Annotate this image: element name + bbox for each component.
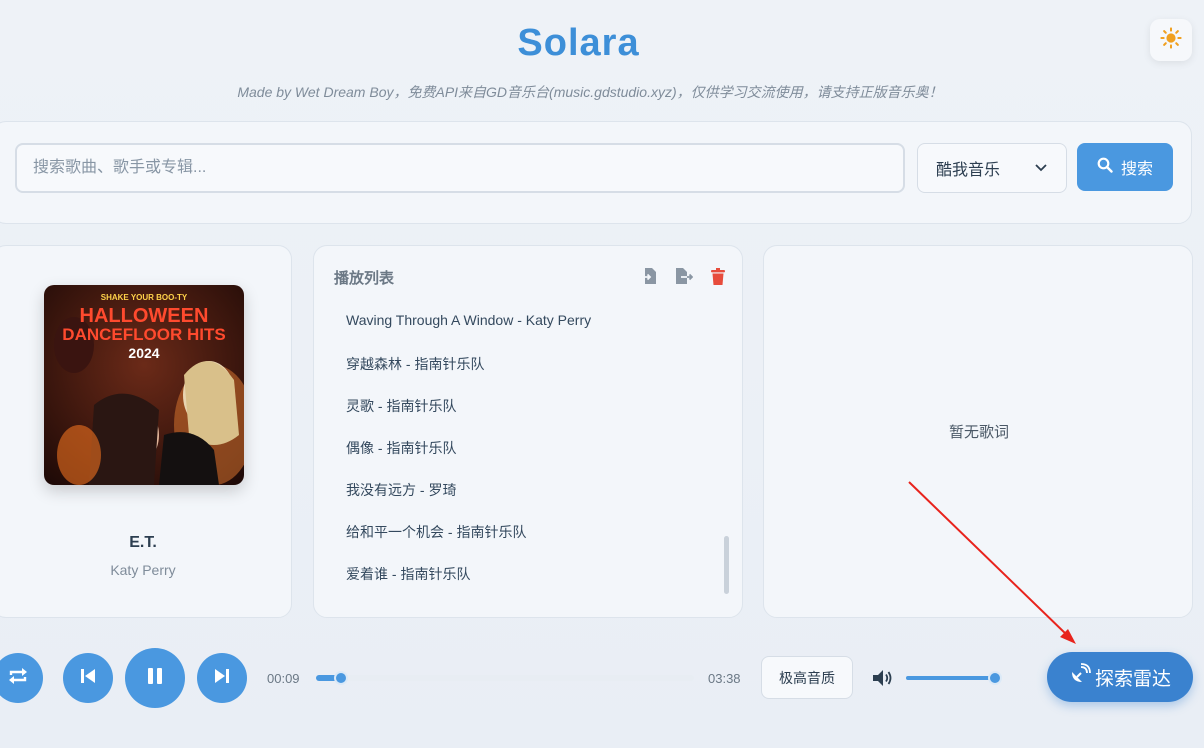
search-icon [1097,157,1113,178]
explore-radar-button[interactable]: 探索雷达 [1047,652,1193,702]
playlist-item[interactable]: 偶像 - 指南针乐队 [346,438,456,458]
previous-button[interactable] [63,653,113,703]
progress-bar[interactable] [316,671,694,685]
progress-handle[interactable] [334,671,348,685]
theme-toggle-button[interactable] [1150,19,1192,61]
file-export-icon[interactable] [674,266,694,286]
lyrics-panel: 暂无歌词 [763,245,1193,618]
song-artist: Katy Perry [110,562,176,578]
playlist-item[interactable]: 灵歌 - 指南针乐队 [346,396,456,416]
satellite-dish-icon [1069,663,1091,691]
playlist-item[interactable]: 我没有远方 - 罗琦 [346,480,456,500]
cover-text-2: HALLOWEEN [79,305,209,327]
cover-text-3: DANCEFLOOR HITS [62,325,226,344]
playlist-header: 播放列表 [334,270,395,287]
now-playing-panel: SHAKE YOUR BOO-TY HALLOWEEN DANCEFLOOR H… [0,245,292,618]
current-time: 00:09 [267,671,300,686]
sun-icon [1160,26,1182,54]
volume-icon[interactable] [872,668,894,693]
app-title: Solara [517,22,640,64]
cover-text-1: SHAKE YOUR BOO-TY [100,293,188,302]
playlist-item[interactable]: 穿越森林 - 指南针乐队 [346,354,484,374]
source-select-value: 酷我音乐 [936,162,1001,179]
search-input[interactable] [15,143,905,193]
chevron-down-icon [1034,161,1048,180]
playlist-list[interactable]: Waving Through A Window - Katy Perry 穿越森… [314,308,724,598]
playlist-item[interactable]: 给和平一个机会 - 指南针乐队 [346,522,526,542]
source-select[interactable]: 酷我音乐 [917,143,1067,193]
search-panel: 酷我音乐 搜索 [0,121,1192,224]
skip-forward-icon [214,668,230,689]
search-button[interactable]: 搜索 [1077,143,1173,191]
playlist-item[interactable]: Waving Through A Window - Katy Perry [346,312,591,328]
repeat-icon [7,666,29,691]
playlist-item[interactable]: 爱着谁 - 指南针乐队 [346,564,470,584]
app-subtitle: Made by Wet Dream Boy，免费API来自GD音乐台(music… [237,84,943,100]
volume-handle[interactable] [988,671,1002,685]
no-lyrics-text: 暂无歌词 [948,424,1009,441]
next-button[interactable] [197,653,247,703]
album-cover: SHAKE YOUR BOO-TY HALLOWEEN DANCEFLOOR H… [44,285,244,485]
playlist-panel: 播放列表 Waving Through A Window - Katy Perr… [313,245,743,618]
cover-text-4: 2024 [128,345,160,361]
file-import-icon[interactable] [640,266,660,286]
play-mode-button[interactable] [0,653,43,703]
quality-button[interactable]: 极高音质 [761,656,853,699]
total-time: 03:38 [708,671,741,686]
playlist-scrollbar[interactable] [724,536,729,594]
song-title: E.T. [129,534,157,551]
pause-icon [147,667,163,690]
play-pause-button[interactable] [125,648,185,708]
volume-slider[interactable] [906,671,1002,685]
explore-radar-label: 探索雷达 [1094,668,1171,690]
search-button-label: 搜索 [1120,161,1153,178]
trash-icon[interactable] [708,266,728,286]
skip-back-icon [80,668,96,689]
